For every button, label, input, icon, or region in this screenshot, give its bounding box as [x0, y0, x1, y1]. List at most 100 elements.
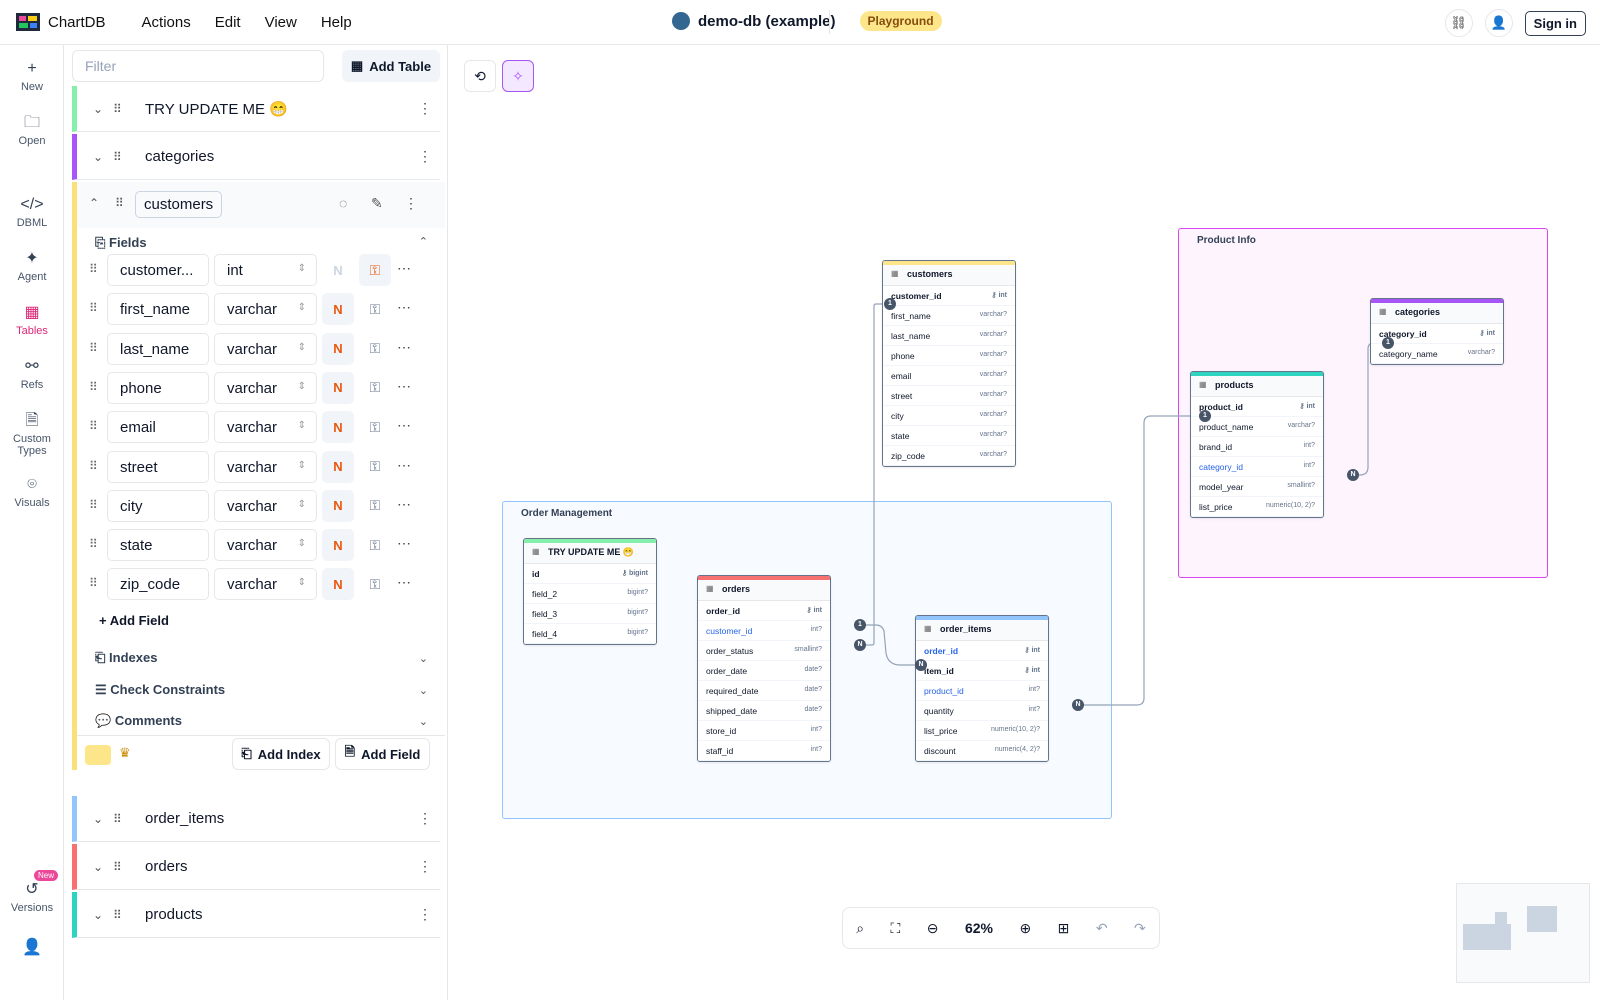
field-name-input[interactable]: city: [107, 489, 209, 522]
rail-refs[interactable]: ⚯ Refs: [0, 357, 64, 391]
table-field[interactable]: brand_id int?: [1191, 437, 1323, 457]
chevron-up-icon[interactable]: ⌃: [419, 235, 428, 248]
more-options-icon[interactable]: ⋯: [397, 378, 411, 395]
table-field[interactable]: model_year smallint?: [1191, 477, 1323, 497]
drag-handle-icon[interactable]: ⠿: [89, 301, 98, 315]
table-field[interactable]: product_name varchar?: [1191, 417, 1323, 437]
nullable-toggle[interactable]: N: [322, 293, 354, 326]
table-field[interactable]: category_id int?: [1191, 457, 1323, 477]
field-type-select[interactable]: varchar ⇕: [214, 371, 317, 404]
menu-actions[interactable]: Actions: [132, 10, 201, 35]
chevron-down-icon[interactable]: ⌄: [83, 812, 113, 826]
drag-handle-icon[interactable]: ⠿: [89, 498, 98, 512]
rail-dbml[interactable]: </> DBML: [0, 195, 64, 229]
nullable-toggle[interactable]: N: [322, 568, 354, 601]
table-header[interactable]: TRY UPDATE ME 😁: [524, 543, 656, 564]
undo-icon[interactable]: ↶: [1096, 920, 1108, 937]
rail-tables[interactable]: ▦ Tables: [0, 303, 64, 337]
nullable-toggle[interactable]: N: [322, 411, 354, 444]
nullable-toggle[interactable]: N: [322, 371, 354, 404]
field-name-input[interactable]: state: [107, 529, 209, 562]
more-options-icon[interactable]: ⋮: [410, 148, 440, 165]
rail-agent[interactable]: ✦ Agent: [0, 249, 64, 283]
chevron-down-icon[interactable]: ⌄: [419, 652, 428, 665]
table-header[interactable]: categories: [1371, 303, 1503, 324]
rail-open[interactable]: 🗀 Open: [0, 113, 64, 147]
table-field[interactable]: zip_code varchar?: [883, 446, 1015, 466]
crown-icon[interactable]: ♛: [119, 745, 131, 761]
nullable-toggle[interactable]: N: [322, 450, 354, 483]
drag-handle-icon[interactable]: ⠿: [113, 860, 133, 874]
table-field[interactable]: order_id ⚷ int: [698, 601, 830, 621]
drag-handle-icon[interactable]: ⠿: [89, 419, 98, 433]
menu-help[interactable]: Help: [311, 10, 362, 35]
sign-in-button[interactable]: Sign in: [1524, 10, 1586, 36]
table-field[interactable]: order_date date?: [698, 661, 830, 681]
drag-handle-icon[interactable]: ⠿: [89, 380, 98, 394]
field-name-input[interactable]: first_name: [107, 293, 209, 326]
more-options-icon[interactable]: ⋯: [397, 299, 411, 316]
zoom-in-icon[interactable]: ⊕: [1019, 920, 1031, 937]
primary-key-icon[interactable]: ⚿: [359, 333, 391, 365]
diagram-table-orders[interactable]: orders order_id ⚷ int customer_id int? order_…: [697, 575, 831, 762]
minimap[interactable]: [1456, 883, 1590, 983]
diagram-canvas[interactable]: ⟲ ✧ Product Info Order Management custom…: [448, 45, 1600, 1000]
chevron-down-icon[interactable]: ⌄: [83, 150, 113, 164]
diagram-table-order-items[interactable]: order_itemsorder_id⚷ intitem_id⚷ intprod…: [915, 615, 1049, 762]
more-options-icon[interactable]: ⋯: [397, 417, 411, 434]
search-icon[interactable]: ⌕: [856, 920, 864, 937]
rail-versions[interactable]: New ↺ Versions: [0, 870, 64, 914]
table-field[interactable]: discount numeric(4, 2)?: [916, 741, 1048, 761]
field-name-input[interactable]: zip_code: [107, 568, 209, 601]
table-field[interactable]: required_date date?: [698, 681, 830, 701]
table-field[interactable]: field_2 bigint?: [524, 584, 656, 604]
profile-icon[interactable]: 👤: [0, 938, 64, 960]
field-type-select[interactable]: varchar ⇕: [214, 568, 317, 601]
primary-key-icon[interactable]: ⚿: [359, 293, 391, 325]
grid-icon[interactable]: ⊞: [1058, 920, 1070, 937]
redo-icon[interactable]: ↷: [1134, 920, 1146, 937]
field-name-input[interactable]: phone: [107, 371, 209, 404]
more-options-icon[interactable]: ⋯: [397, 535, 411, 552]
table-field[interactable]: order_status smallint?: [698, 641, 830, 661]
field-type-select[interactable]: varchar ⇕: [214, 411, 317, 444]
table-row-orders[interactable]: ⌄ ⠿ orders ⋮: [72, 844, 440, 890]
field-name-input[interactable]: customer...: [107, 254, 209, 286]
table-field[interactable]: store_id int?: [698, 721, 830, 741]
table-field[interactable]: product_id int?: [916, 681, 1048, 701]
more-options-icon[interactable]: ⋯: [397, 260, 411, 277]
field-type-select[interactable]: varchar ⇕: [214, 529, 317, 562]
add-field-button[interactable]: 🗎 Add Field: [335, 738, 430, 770]
nullable-toggle[interactable]: N: [322, 529, 354, 562]
table-row-try-update-me[interactable]: ⌄ ⠿ TRY UPDATE ME 😁 ⋮: [72, 86, 440, 132]
field-type-select[interactable]: varchar ⇕: [214, 293, 317, 326]
add-user-icon[interactable]: 👤: [1484, 9, 1513, 37]
table-field[interactable]: phone varchar?: [883, 346, 1015, 366]
table-field[interactable]: field_3 bigint?: [524, 604, 656, 624]
table-header[interactable]: order_items: [916, 620, 1048, 641]
fields-section-header[interactable]: ⎘ Fields: [95, 235, 147, 251]
primary-key-icon[interactable]: ⚿: [359, 568, 391, 600]
diagram-table-try[interactable]: TRY UPDATE ME 😁id⚷ bigintfield_2bigint?f…: [523, 538, 657, 645]
focus-icon[interactable]: ◌: [339, 195, 347, 211]
diagram-table-products[interactable]: productsproduct_id⚷ intproduct_namevarch…: [1190, 371, 1324, 518]
table-field[interactable]: order_id ⚷ int: [916, 641, 1048, 661]
table-field[interactable]: quantity int?: [916, 701, 1048, 721]
drag-handle-icon[interactable]: ⠿: [89, 341, 98, 355]
chevron-down-icon[interactable]: ⌄: [83, 860, 113, 874]
table-header[interactable]: customers: [883, 265, 1015, 286]
chevron-down-icon[interactable]: ⌄: [419, 715, 428, 728]
color-picker[interactable]: [85, 745, 111, 765]
rail-custom-types[interactable]: 🗎 Custom Types: [0, 411, 64, 457]
add-index-button[interactable]: ⎗ Add Index: [232, 738, 330, 770]
field-type-select[interactable]: varchar ⇕: [214, 489, 317, 522]
add-table-button[interactable]: ▦ Add Table: [342, 50, 440, 82]
table-field[interactable]: id ⚷ bigint: [524, 564, 656, 584]
table-row-products[interactable]: ⌄ ⠿ products ⋮: [72, 892, 440, 938]
table-field[interactable]: state varchar?: [883, 426, 1015, 446]
drag-handle-icon[interactable]: ⠿: [113, 812, 133, 826]
chevron-down-icon[interactable]: ⌄: [419, 684, 428, 697]
indexes-section[interactable]: ⎗ Indexes: [95, 650, 157, 666]
comments-section[interactable]: 💬 Comments: [95, 713, 182, 729]
check-constraints-section[interactable]: ☰ Check Constraints: [95, 682, 225, 698]
